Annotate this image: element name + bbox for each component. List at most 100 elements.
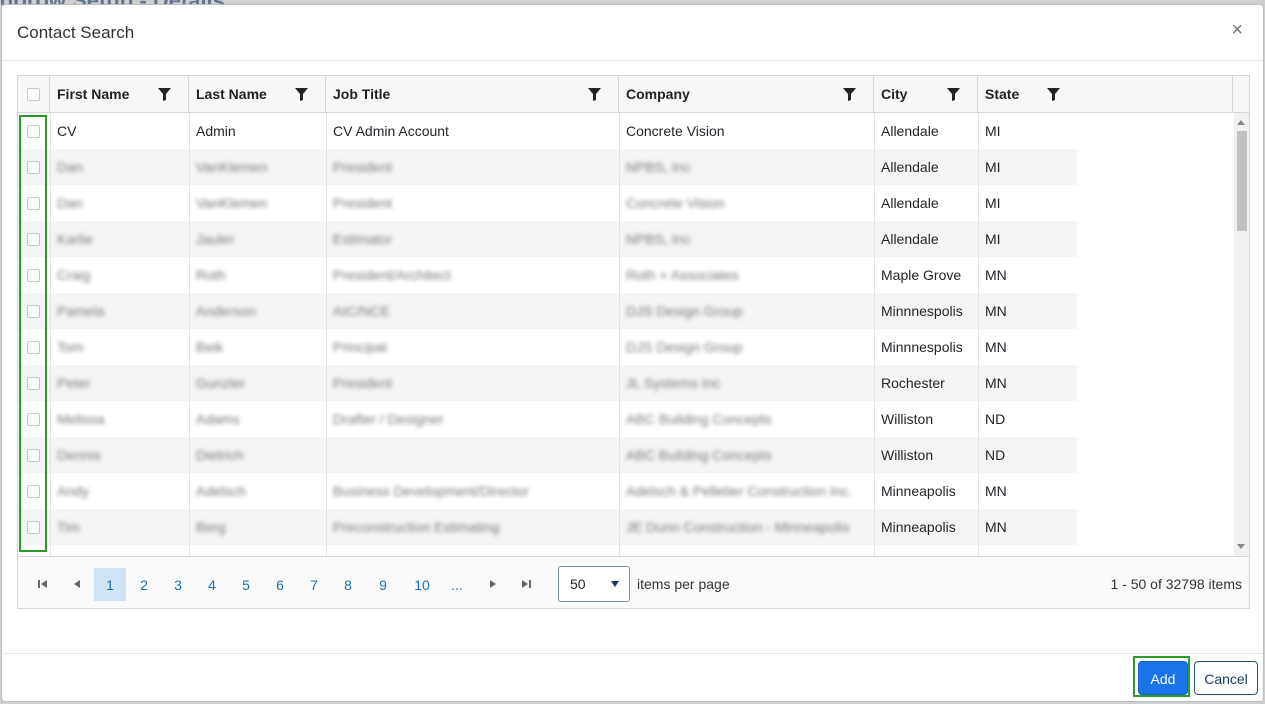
close-icon[interactable]: ×	[1231, 19, 1243, 42]
cell-title: CV Admin Account	[333, 123, 449, 139]
select-all-checkbox[interactable]	[27, 88, 40, 101]
page-number-button[interactable]: 3	[162, 568, 194, 601]
column-label: State	[985, 86, 1020, 102]
page-number-button[interactable]: 1	[94, 568, 126, 601]
column-label: Company	[626, 86, 690, 102]
column-header-job-title[interactable]: Job Title	[326, 76, 619, 113]
column-header-state[interactable]: State	[978, 76, 1233, 113]
column-header-company[interactable]: Company	[619, 76, 874, 113]
cell-state: MN	[985, 303, 1007, 319]
last-page-icon[interactable]	[521, 579, 531, 589]
cell-state: MN	[985, 375, 1007, 391]
cell-first: Dennis	[57, 447, 101, 463]
page-number-button[interactable]: 4	[196, 568, 228, 601]
table-row[interactable]: Tim Berg Preconstruction Estimating JE Dunn…	[18, 509, 1233, 545]
column-divider	[189, 113, 190, 556]
items-per-page-select[interactable]: 50	[558, 566, 630, 602]
cell-company: JL Systems Inc	[626, 375, 721, 391]
page-number-button[interactable]: 7	[298, 568, 330, 601]
cell-city: Minneapolis	[881, 519, 956, 535]
column-header-city[interactable]: City	[874, 76, 978, 113]
cell-company: NPBS, Inc	[626, 159, 691, 175]
cell-first: Tim	[57, 519, 80, 535]
cell-company: JE Dunn Construction - Minneapolis	[626, 519, 850, 535]
filter-icon[interactable]	[158, 88, 171, 101]
table-row[interactable]: Dan VanKlemen President Concrete Vision Alle…	[18, 185, 1233, 221]
chevron-down-icon	[611, 581, 619, 587]
grid-header: First Name Last Name Job Title Company C…	[18, 76, 1249, 113]
filter-icon[interactable]	[1047, 88, 1060, 101]
cell-last: Admin	[196, 123, 236, 139]
cell-city: Williston	[881, 447, 934, 463]
page-number-button[interactable]: 6	[264, 568, 296, 601]
column-header-last-name[interactable]: Last Name	[189, 76, 326, 113]
cell-state: MN	[985, 483, 1007, 499]
cell-company: Adelsch & Pelletier Construction Inc.	[626, 483, 853, 499]
add-button[interactable]: Add	[1138, 661, 1188, 695]
filter-icon[interactable]	[588, 88, 601, 101]
more-pages-button[interactable]: ...	[441, 568, 473, 601]
cell-first: Andy	[57, 483, 89, 499]
column-label: Last Name	[196, 86, 267, 102]
cell-first: Dan	[57, 195, 83, 211]
column-label: City	[881, 86, 908, 102]
table-row[interactable]: Karlie Jauler Estimator NPBS, Inc Allendale M…	[18, 221, 1233, 257]
table-row[interactable]: Tom Beik Principal DJS Design Group Minnnesp…	[18, 329, 1233, 365]
cell-city: Minneapolis	[881, 483, 956, 499]
cell-last: Dietrich	[196, 447, 244, 463]
table-row[interactable]: Melissa Adams Drafter / Designer ABC Buildi…	[18, 401, 1233, 437]
first-page-icon[interactable]	[38, 579, 48, 589]
cell-first: Peter	[57, 375, 91, 391]
cell-city: Minnnespolis	[881, 339, 963, 355]
cell-city: Williston	[881, 411, 934, 427]
cell-title: Estimator	[333, 231, 393, 247]
cell-city: Allendale	[881, 231, 939, 247]
filter-icon[interactable]	[843, 88, 856, 101]
dialog-header: Contact Search ×	[2, 5, 1263, 61]
table-row[interactable]: Craig Roth President/Architect Roth + Assoc…	[18, 257, 1233, 293]
dialog-title: Contact Search	[17, 23, 135, 42]
cell-company: DJS Design Group	[626, 303, 743, 319]
table-row[interactable]: CV Admin CV Admin Account Concrete Vision Al…	[18, 113, 1233, 149]
scroll-down-arrow-icon[interactable]	[1237, 544, 1245, 549]
cell-company: NPBS, Inc	[626, 231, 691, 247]
column-label: Job Title	[333, 86, 391, 102]
cell-last: VanKlemen	[196, 195, 268, 211]
filter-icon[interactable]	[947, 88, 960, 101]
select-all-cell	[18, 76, 50, 113]
cell-company: Concrete Vision	[626, 123, 725, 139]
page-number-button[interactable]: 2	[128, 568, 160, 601]
cell-last: Beik	[196, 339, 224, 355]
cell-title: President	[333, 195, 393, 211]
vertical-scrollbar[interactable]	[1234, 113, 1249, 556]
table-row[interactable]: Andy Adelsch Business Development/Director…	[18, 473, 1233, 509]
cell-company: Roth + Associates	[626, 267, 739, 283]
column-divider	[874, 113, 875, 556]
table-row[interactable]: Dan VanKlemen President NPBS, Inc Allendale M…	[18, 149, 1233, 185]
filter-icon[interactable]	[295, 88, 308, 101]
previous-page-icon[interactable]	[72, 579, 82, 589]
page-number-button[interactable]: 5	[230, 568, 262, 601]
cell-company: Concrete Vision	[626, 195, 725, 211]
items-per-page-value: 50	[570, 576, 586, 592]
column-divider	[619, 113, 620, 556]
table-row[interactable]: Dennis Dietrich ABC Building Concepts Willi…	[18, 437, 1233, 473]
cell-state: MI	[985, 123, 1001, 139]
cell-state: ND	[985, 411, 1006, 427]
next-page-icon[interactable]	[488, 579, 498, 589]
cell-title: President	[333, 375, 393, 391]
column-header-first-name[interactable]: First Name	[50, 76, 189, 113]
cell-first: Melissa	[57, 411, 105, 427]
table-row[interactable]: Pamela Anderson AIC/NCE DJS Design Group Min…	[18, 293, 1233, 329]
table-row[interactable]: Peter Gunzler President JL Systems Inc Roche…	[18, 365, 1233, 401]
page-number-button[interactable]: 10	[405, 568, 439, 601]
cancel-button[interactable]: Cancel	[1194, 661, 1258, 695]
items-range-info: 1 - 50 of 32798 items	[1110, 576, 1242, 592]
page-number-button[interactable]: 9	[367, 568, 399, 601]
page-number-button[interactable]: 8	[332, 568, 364, 601]
cell-first: Karlie	[57, 231, 93, 247]
pager: 1 2 3 4 5 6 7 8 9 10... 50 items per page 1 - 50 …	[18, 556, 1249, 608]
scrollbar-thumb[interactable]	[1237, 131, 1247, 231]
cell-city: Allendale	[881, 123, 939, 139]
scroll-up-arrow-icon[interactable]	[1237, 120, 1245, 125]
